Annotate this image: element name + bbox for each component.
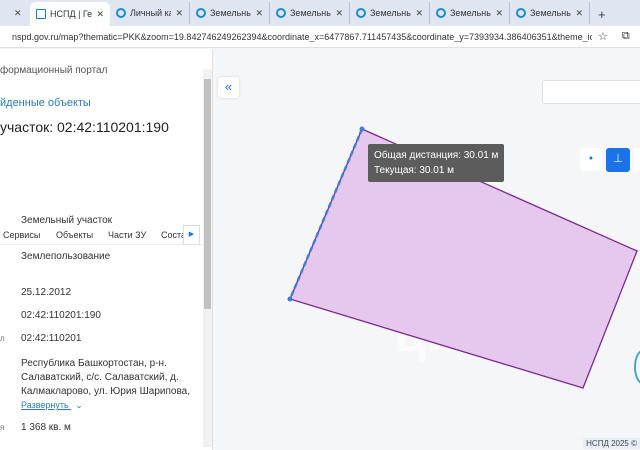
measure-vertex[interactable]: [287, 296, 293, 302]
measure-vertex[interactable]: [359, 126, 365, 132]
current-distance: Текущая: 30.01 м: [374, 165, 455, 176]
distance-tooltip: Общая дистанция: 30.01 м Текущая: 30.01 …: [368, 144, 505, 182]
parcel-layer: [287, 126, 638, 389]
total-distance: Общая дистанция: 30.01 м: [374, 150, 499, 161]
